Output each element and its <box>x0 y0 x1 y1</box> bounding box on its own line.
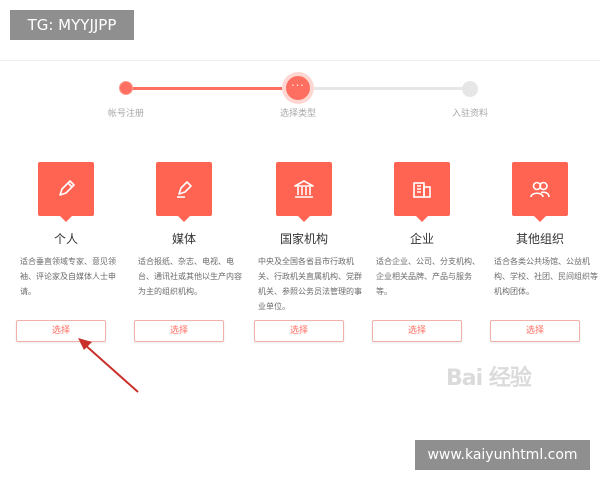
card-title: 个人 <box>53 232 78 246</box>
card-title: 其他组织 <box>515 232 564 246</box>
account-type-card-government: 国家机构 中央及全国各省县市行政机关、行政机关直属机构、党群机关、参照公务员法管… <box>254 162 368 352</box>
account-type-card-enterprise: 企业 适合企业、公司、分支机构、企业相关品牌、产品与服务等。 选择 <box>372 162 486 352</box>
government-building-icon <box>294 180 314 198</box>
account-type-card-personal: 个人 适合垂直领域专家、意见领袖、评论家及自媒体人士申请。 选择 <box>16 162 130 352</box>
tg-overlay-label: TG: MYYJJPP <box>10 10 134 40</box>
card-title: 企业 <box>409 232 434 246</box>
step-1-dot <box>119 81 133 95</box>
step-2-marker: ··· <box>291 79 305 92</box>
card-title: 媒体 <box>171 232 196 246</box>
stepper-track-completed <box>126 87 298 90</box>
url-overlay-label: www.kaiyunhtml.com <box>415 440 590 470</box>
account-type-card-media: 媒体 适合报纸、杂志、电视、电台、通讯社或其他以生产内容为主的组织机构。 选择 <box>134 162 248 352</box>
step-3-label: 入驻资料 <box>451 109 488 119</box>
pointer-arrow-icon <box>78 338 139 393</box>
card-description: 适合垂直领域专家、意见领袖、评论家及自媒体人士申请。 <box>20 257 116 296</box>
select-government-button[interactable]: 选择 <box>254 320 344 342</box>
card-description: 适合报纸、杂志、电视、电台、通讯社或其他以生产内容为主的组织机构。 <box>138 257 242 296</box>
step-3-dot <box>462 81 478 97</box>
card-description: 中央及全国各省县市行政机关、行政机关直属机构、党群机关、参照公务员法管理的事业单… <box>258 257 362 311</box>
baidu-jingyan-watermark: Bai 经验 <box>446 366 532 391</box>
government-icon-box <box>276 162 332 222</box>
media-icon-box <box>156 162 212 222</box>
header-divider <box>0 60 600 61</box>
step-1-label: 帐号注册 <box>107 109 144 119</box>
office-building-icon <box>413 182 431 198</box>
step-2-label: 选择类型 <box>279 109 316 119</box>
other-org-icon-box <box>512 162 568 222</box>
card-title: 国家机构 <box>279 232 328 246</box>
personal-icon-box <box>38 162 94 222</box>
account-type-card-other-organization: 其他组织 适合各类公共场馆、公益机构、学校、社团、民间组织等机构团体。 选择 <box>490 162 600 352</box>
pencil-icon <box>59 180 75 196</box>
step-2-dot: ··· <box>286 76 310 100</box>
card-description: 适合企业、公司、分支机构、企业相关品牌、产品与服务等。 <box>376 257 480 296</box>
enterprise-icon-box <box>394 162 450 222</box>
select-enterprise-button[interactable]: 选择 <box>372 320 462 342</box>
registration-stepper: ··· 帐号注册 选择类型 入驻资料 <box>0 70 600 120</box>
stepper-track-pending <box>298 87 470 90</box>
pen-icon <box>177 181 192 198</box>
card-description: 适合各类公共场馆、公益机构、学校、社团、民间组织等机构团体。 <box>494 257 598 296</box>
group-users-icon <box>530 181 550 198</box>
select-other-organization-button[interactable]: 选择 <box>490 320 580 342</box>
